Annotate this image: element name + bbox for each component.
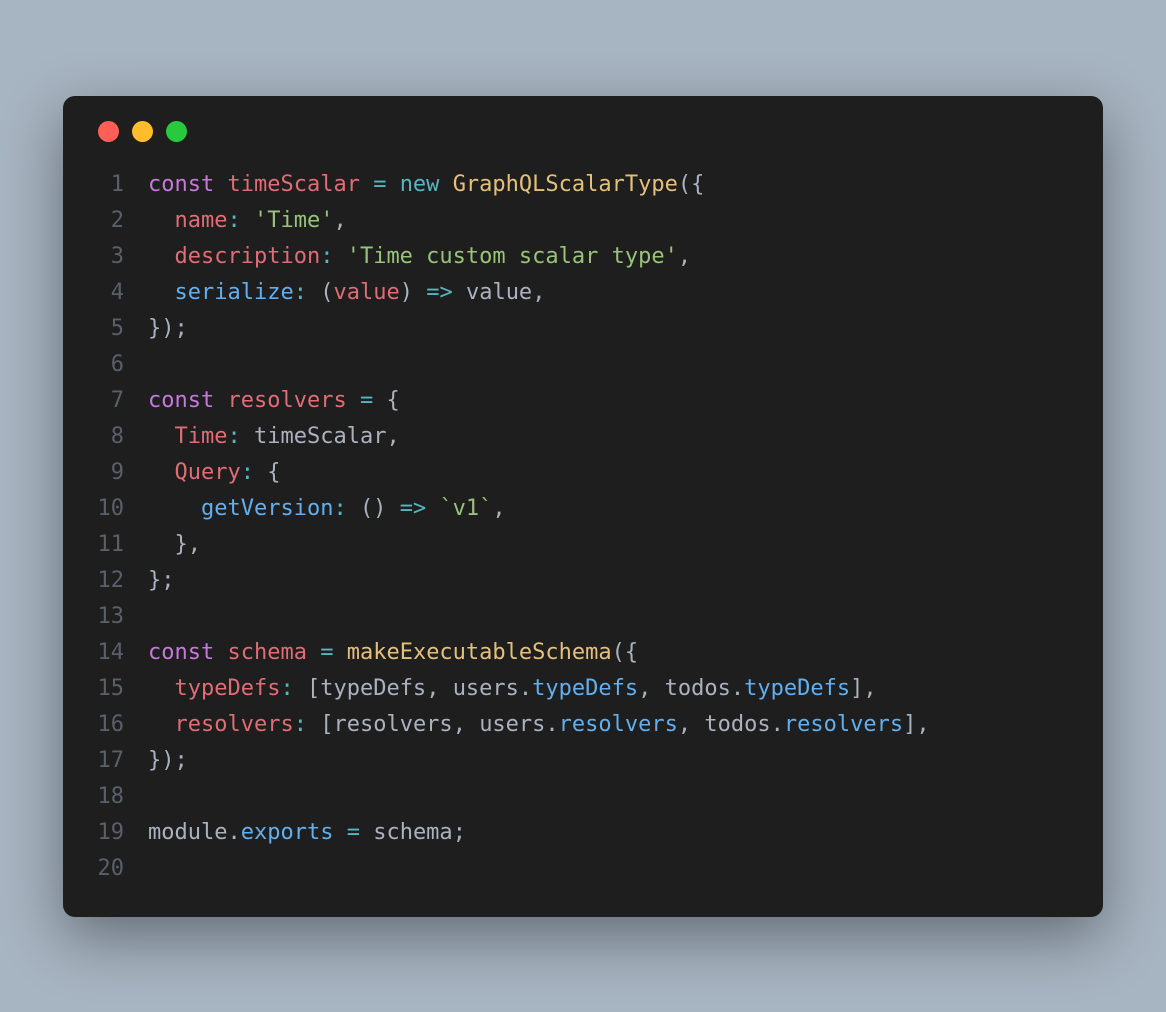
- code-line[interactable]: 15 typeDefs: [typeDefs, users.typeDefs, …: [63, 671, 1083, 707]
- line-number: 13: [63, 599, 148, 635]
- code-line[interactable]: 6: [63, 347, 1083, 383]
- code-content[interactable]: name: 'Time',: [148, 203, 347, 239]
- code-line[interactable]: 19module.exports = schema;: [63, 815, 1083, 851]
- line-number: 4: [63, 275, 148, 311]
- line-number: 11: [63, 527, 148, 563]
- line-number: 2: [63, 203, 148, 239]
- line-number: 10: [63, 491, 148, 527]
- line-number: 6: [63, 347, 148, 383]
- code-line[interactable]: 9 Query: {: [63, 455, 1083, 491]
- line-number: 1: [63, 167, 148, 203]
- code-line[interactable]: 12};: [63, 563, 1083, 599]
- code-content[interactable]: const resolvers = {: [148, 383, 400, 419]
- line-number: 3: [63, 239, 148, 275]
- line-number: 12: [63, 563, 148, 599]
- code-line[interactable]: 2 name: 'Time',: [63, 203, 1083, 239]
- code-content[interactable]: typeDefs: [typeDefs, users.typeDefs, tod…: [148, 671, 877, 707]
- code-content[interactable]: module.exports = schema;: [148, 815, 466, 851]
- code-line[interactable]: 3 description: 'Time custom scalar type'…: [63, 239, 1083, 275]
- line-number: 5: [63, 311, 148, 347]
- code-content[interactable]: serialize: (value) => value,: [148, 275, 545, 311]
- code-line[interactable]: 1const timeScalar = new GraphQLScalarTyp…: [63, 167, 1083, 203]
- code-line[interactable]: 8 Time: timeScalar,: [63, 419, 1083, 455]
- code-content[interactable]: });: [148, 311, 188, 347]
- code-line[interactable]: 16 resolvers: [resolvers, users.resolver…: [63, 707, 1083, 743]
- code-line[interactable]: 17});: [63, 743, 1083, 779]
- line-number: 16: [63, 707, 148, 743]
- close-icon[interactable]: [98, 121, 119, 142]
- code-line[interactable]: 13: [63, 599, 1083, 635]
- code-content[interactable]: const schema = makeExecutableSchema({: [148, 635, 638, 671]
- code-line[interactable]: 5});: [63, 311, 1083, 347]
- code-content[interactable]: getVersion: () => `v1`,: [148, 491, 506, 527]
- code-content[interactable]: Query: {: [148, 455, 280, 491]
- window-titlebar: [63, 96, 1103, 167]
- code-content[interactable]: resolvers: [resolvers, users.resolvers, …: [148, 707, 930, 743]
- code-content[interactable]: const timeScalar = new GraphQLScalarType…: [148, 167, 704, 203]
- minimize-icon[interactable]: [132, 121, 153, 142]
- code-content[interactable]: };: [148, 563, 175, 599]
- code-line[interactable]: 20: [63, 851, 1083, 887]
- code-line[interactable]: 18: [63, 779, 1083, 815]
- line-number: 18: [63, 779, 148, 815]
- code-editor[interactable]: 1const timeScalar = new GraphQLScalarTyp…: [63, 167, 1103, 887]
- line-number: 9: [63, 455, 148, 491]
- line-number: 14: [63, 635, 148, 671]
- code-line[interactable]: 4 serialize: (value) => value,: [63, 275, 1083, 311]
- code-line[interactable]: 11 },: [63, 527, 1083, 563]
- line-number: 19: [63, 815, 148, 851]
- line-number: 8: [63, 419, 148, 455]
- line-number: 17: [63, 743, 148, 779]
- code-line[interactable]: 7const resolvers = {: [63, 383, 1083, 419]
- maximize-icon[interactable]: [166, 121, 187, 142]
- line-number: 7: [63, 383, 148, 419]
- code-content[interactable]: });: [148, 743, 188, 779]
- line-number: 20: [63, 851, 148, 887]
- code-line[interactable]: 14const schema = makeExecutableSchema({: [63, 635, 1083, 671]
- code-content[interactable]: description: 'Time custom scalar type',: [148, 239, 691, 275]
- code-line[interactable]: 10 getVersion: () => `v1`,: [63, 491, 1083, 527]
- code-window: 1const timeScalar = new GraphQLScalarTyp…: [63, 96, 1103, 917]
- code-content[interactable]: Time: timeScalar,: [148, 419, 400, 455]
- code-content[interactable]: },: [148, 527, 201, 563]
- line-number: 15: [63, 671, 148, 707]
